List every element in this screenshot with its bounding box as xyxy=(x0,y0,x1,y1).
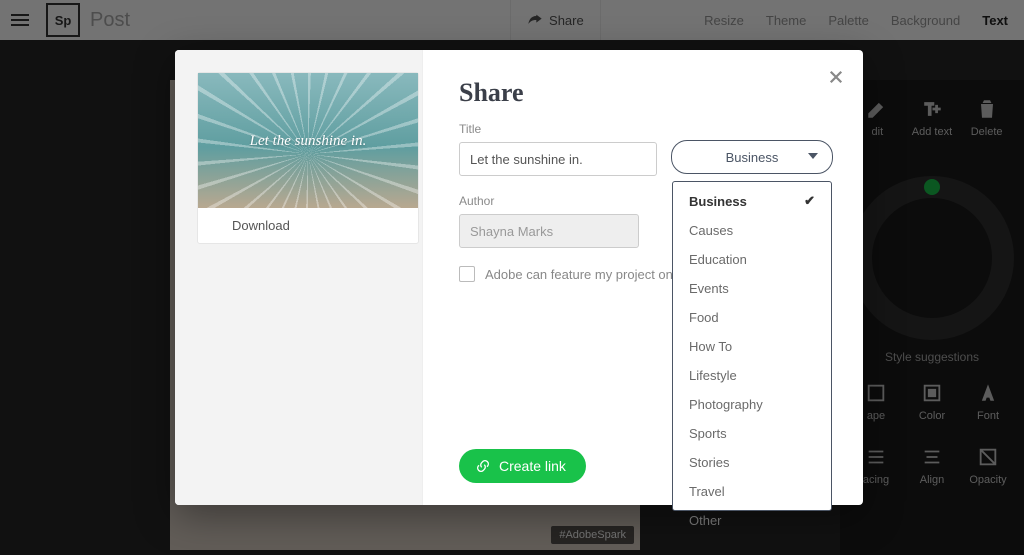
dropdown-option[interactable]: Education xyxy=(673,245,831,274)
dropdown-option[interactable]: Stories xyxy=(673,448,831,477)
create-link-button[interactable]: Create link xyxy=(459,449,586,483)
modal-form-pane: Share Title Business Business✔ Causes Ed… xyxy=(423,50,863,505)
author-input xyxy=(459,214,639,248)
close-icon xyxy=(827,68,845,86)
checkbox-icon[interactable] xyxy=(459,266,475,282)
chevron-down-icon xyxy=(808,153,818,159)
share-modal: Let the sunshine in. Download Share Titl… xyxy=(175,50,863,505)
close-button[interactable] xyxy=(827,68,845,91)
dropdown-option[interactable]: Lifestyle xyxy=(673,361,831,390)
thumbnail-caption: Let the sunshine in. xyxy=(250,132,367,150)
dropdown-option[interactable]: How To xyxy=(673,332,831,361)
dropdown-option[interactable]: Photography xyxy=(673,390,831,419)
link-icon xyxy=(475,458,491,474)
modal-preview-pane: Let the sunshine in. Download xyxy=(175,50,423,505)
dropdown-option[interactable]: Events xyxy=(673,274,831,303)
download-icon xyxy=(210,219,224,233)
dropdown-option[interactable]: Other xyxy=(673,506,831,535)
download-label: Download xyxy=(232,218,290,233)
preview-card: Let the sunshine in. Download xyxy=(197,72,419,244)
dropdown-option[interactable]: Food xyxy=(673,303,831,332)
dropdown-option[interactable]: Business✔ xyxy=(673,186,831,216)
dropdown-option[interactable]: Sports xyxy=(673,419,831,448)
dropdown-selected: Business xyxy=(726,150,779,165)
create-link-label: Create link xyxy=(499,458,566,474)
modal-title: Share xyxy=(459,78,833,108)
title-input[interactable] xyxy=(459,142,657,176)
dropdown-option[interactable]: Causes xyxy=(673,216,831,245)
category-dropdown[interactable]: Business Business✔ Causes Education Even… xyxy=(671,140,833,174)
check-icon: ✔ xyxy=(804,193,815,209)
author-label: Author xyxy=(459,194,639,208)
dropdown-option[interactable]: Travel xyxy=(673,477,831,506)
preview-thumbnail: Let the sunshine in. xyxy=(198,73,418,208)
download-button[interactable]: Download xyxy=(198,208,418,243)
title-label: Title xyxy=(459,122,657,136)
dropdown-menu: Business✔ Causes Education Events Food H… xyxy=(672,181,832,511)
